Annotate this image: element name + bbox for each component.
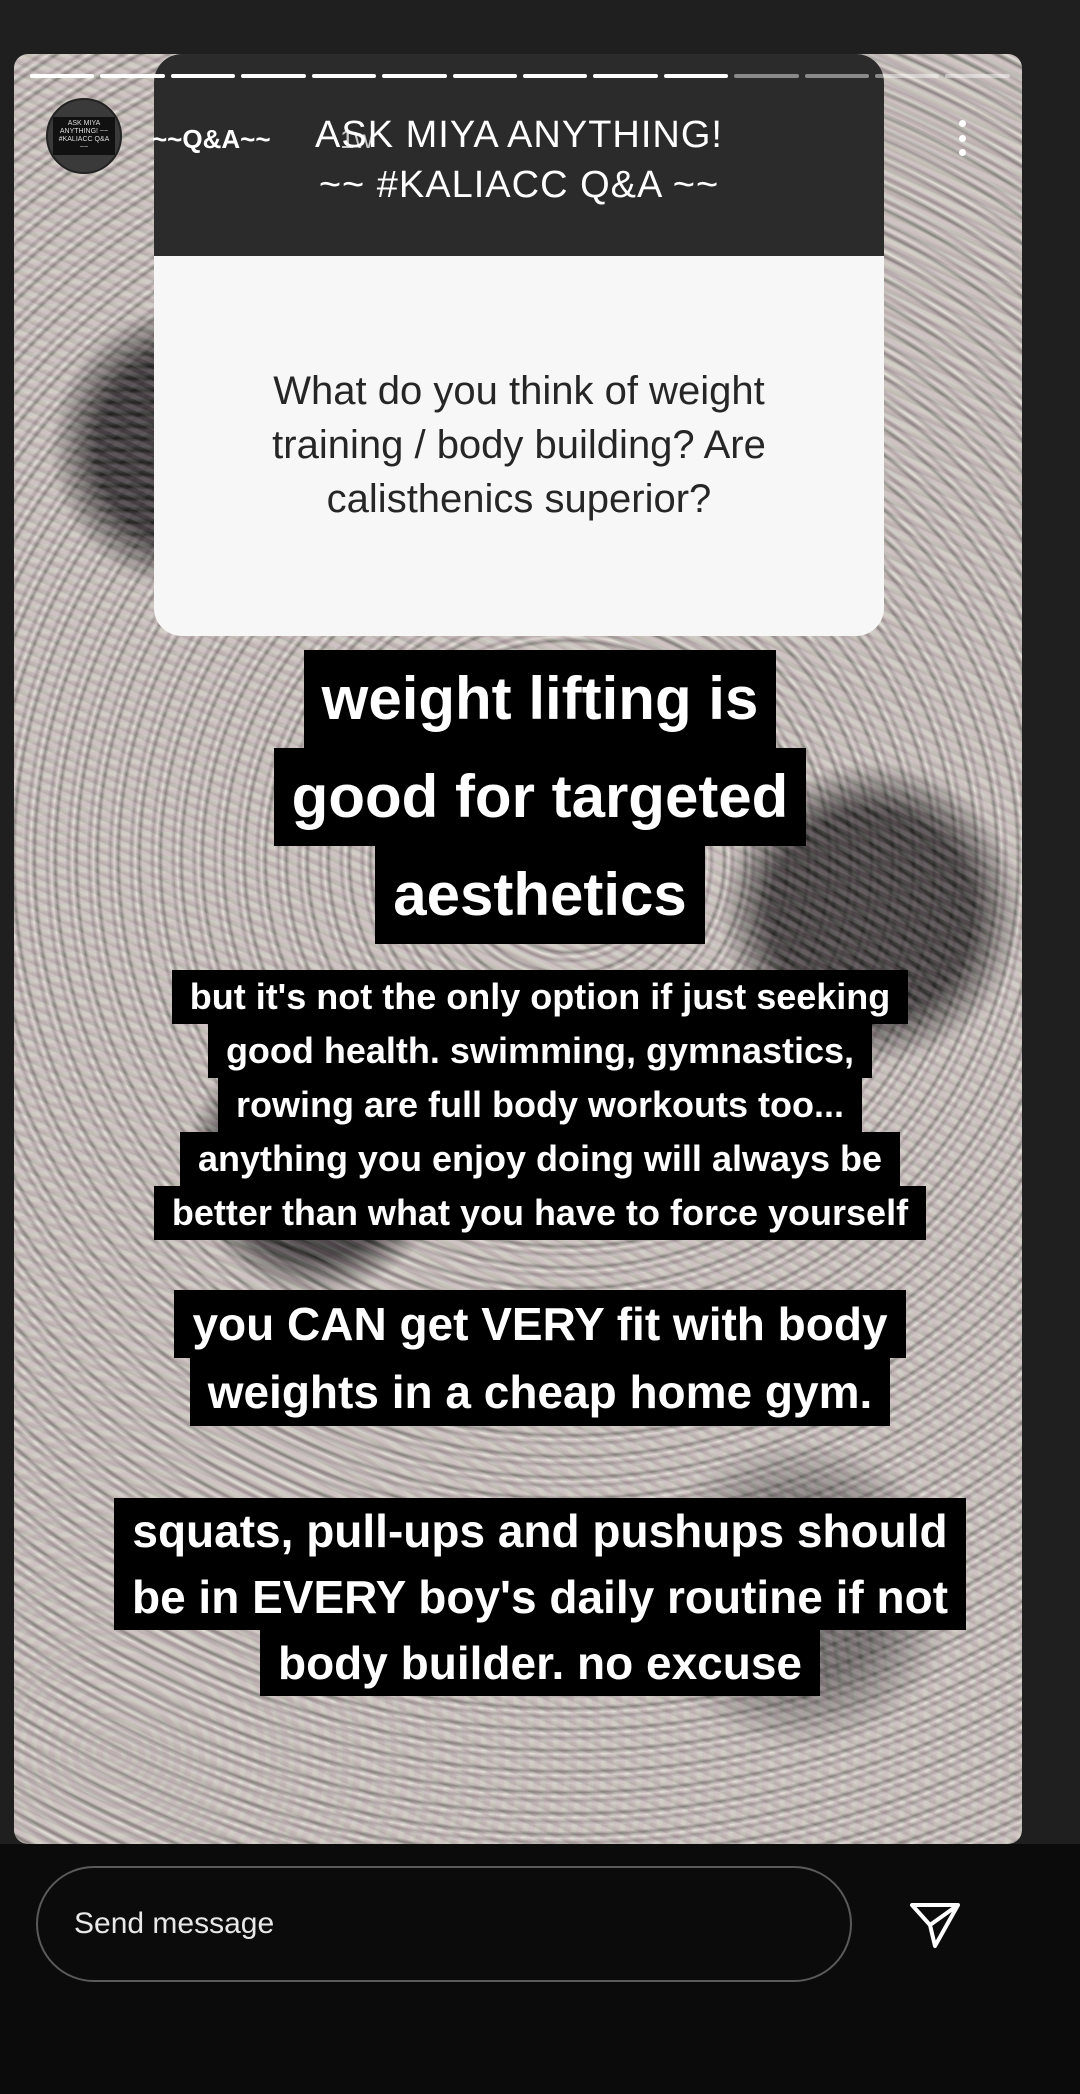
- answer-text-block-2: but it's not the only option if just see…: [0, 970, 1080, 1240]
- progress-segment: [311, 74, 377, 78]
- progress-segment: [452, 74, 517, 78]
- paper-plane-icon[interactable]: [900, 1890, 970, 1960]
- progress-segment: [593, 74, 658, 78]
- answer-line: aesthetics: [375, 846, 705, 944]
- progress-segment: [945, 74, 1010, 78]
- story-progress-bar: [30, 74, 1010, 79]
- progress-segment: [100, 74, 165, 78]
- answer-line: squats, pull-ups and pushups should: [114, 1498, 966, 1564]
- more-options-icon[interactable]: [950, 116, 974, 160]
- progress-segment: [382, 74, 447, 78]
- answer-line: body builder. no excuse: [259, 1630, 820, 1696]
- question-line: calisthenics superior?: [326, 477, 712, 521]
- progress-segment: [30, 74, 95, 78]
- progress-segment: [875, 74, 940, 78]
- sticker-subtitle: ~~ #KALIACC Q&A ~~: [318, 164, 720, 206]
- answer-line: you CAN get VERY fit with body: [174, 1290, 906, 1358]
- question-line: What do you think of weight: [273, 369, 765, 413]
- answer-line: good health. swimming, gymnastics,: [207, 1024, 873, 1078]
- question-line: training / body building? Are: [272, 423, 766, 467]
- story-timestamp: 1w: [340, 124, 374, 154]
- send-message-input[interactable]: [36, 1866, 852, 1982]
- answer-text-block-3: you CAN get VERY fit with body weights i…: [0, 1290, 1080, 1426]
- question-text: What do you think of weight training / b…: [154, 256, 884, 526]
- answer-text-block-4: squats, pull-ups and pushups should be i…: [0, 1498, 1080, 1696]
- progress-segment: [241, 74, 306, 78]
- answer-line: rowing are full body workouts too...: [217, 1078, 862, 1132]
- avatar[interactable]: ASK MIYA ANYTHING! ~~ #KALIACC Q&A ~~: [46, 98, 122, 174]
- progress-segment: [734, 74, 799, 78]
- story-viewer: ASK MIYA ANYTHING! ~~ #KALIACC Q&A ~~ ~~…: [0, 0, 1080, 2094]
- progress-segment: [663, 74, 729, 78]
- answer-line: better than what you have to force yours…: [153, 1186, 927, 1240]
- answer-line: be in EVERY boy's daily routine if not: [113, 1564, 967, 1630]
- progress-segment: [522, 74, 588, 78]
- story-username[interactable]: ~~Q&A~~: [152, 124, 271, 155]
- answer-line: but it's not the only option if just see…: [171, 970, 909, 1024]
- answer-line: weight lifting is: [303, 650, 777, 748]
- answer-line: weights in a cheap home gym.: [189, 1358, 891, 1426]
- progress-segment: [804, 74, 870, 78]
- answer-text-block-1: weight lifting is good for targeted aest…: [0, 650, 1080, 944]
- answer-line: anything you enjoy doing will always be: [179, 1132, 901, 1186]
- question-sticker-header: ASK MIYA ANYTHING! ~~ #KALIACC Q&A ~~: [154, 54, 884, 256]
- progress-segment: [170, 74, 236, 78]
- answer-line: good for targeted: [273, 748, 807, 846]
- avatar-caption: ASK MIYA ANYTHING! ~~ #KALIACC Q&A ~~: [53, 117, 115, 155]
